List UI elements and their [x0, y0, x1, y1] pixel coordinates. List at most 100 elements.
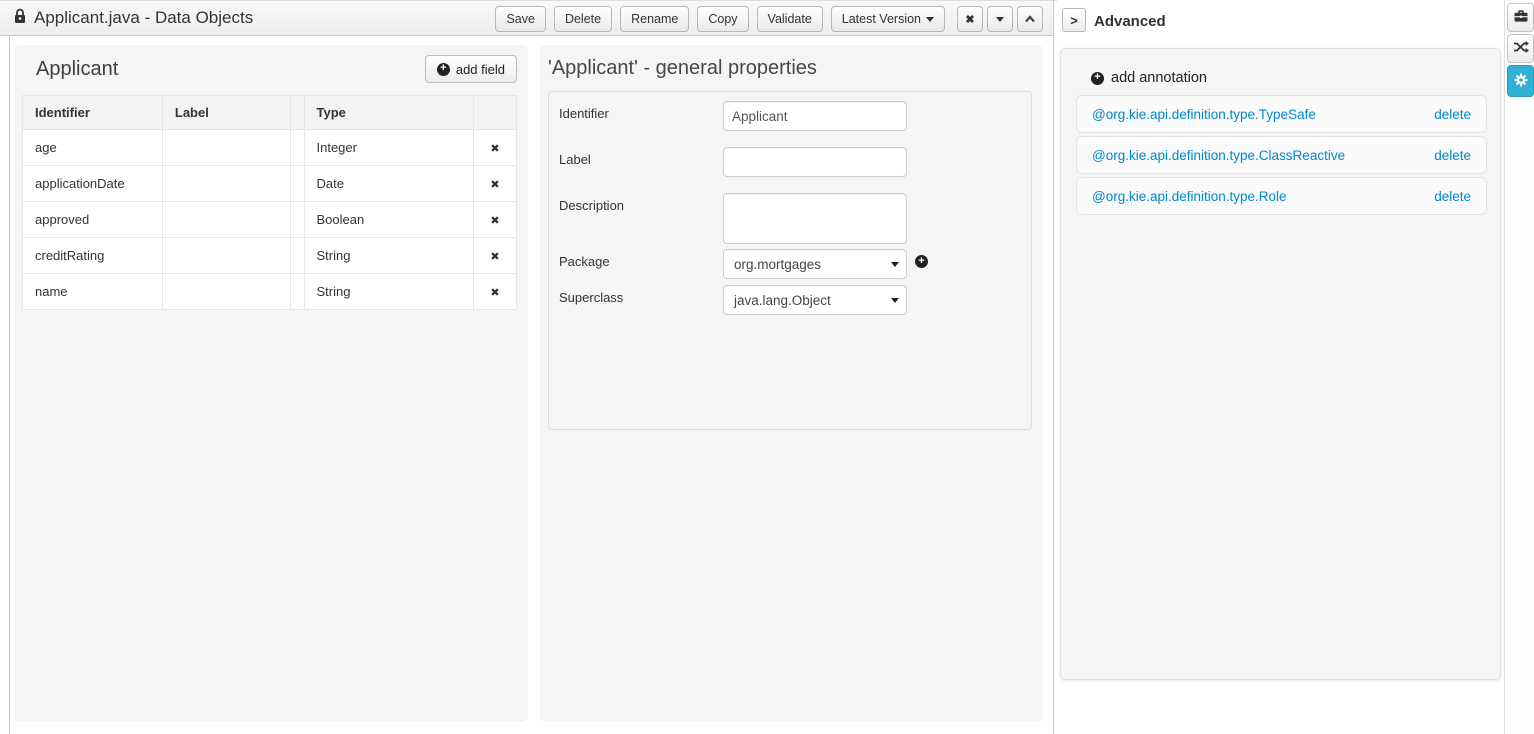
- identifier-label: Identifier: [559, 106, 609, 121]
- field-identifier-cell[interactable]: applicationDate: [23, 166, 163, 202]
- delete-x-icon: [490, 140, 499, 155]
- page-title: Applicant.java - Data Objects: [34, 8, 253, 28]
- delete-field-button[interactable]: [474, 202, 517, 238]
- field-identifier-cell[interactable]: age: [23, 130, 163, 166]
- field-label-cell[interactable]: [162, 130, 290, 166]
- delete-field-button[interactable]: [474, 166, 517, 202]
- delete-x-icon: [490, 248, 499, 263]
- delete-annotation-link[interactable]: delete: [1434, 189, 1471, 204]
- field-row-applicationDate[interactable]: applicationDate Date: [23, 166, 517, 202]
- superclass-select[interactable]: java.lang.Object: [723, 285, 907, 315]
- version-label: Latest Version: [842, 12, 921, 26]
- version-dropdown-button[interactable]: Latest Version: [831, 6, 945, 32]
- field-label-cell[interactable]: [162, 202, 290, 238]
- annotation-link[interactable]: @org.kie.api.definition.type.TypeSafe: [1092, 107, 1316, 122]
- advanced-panel-header: Advanced: [1057, 0, 1504, 44]
- field-label-cell[interactable]: [162, 238, 290, 274]
- caret-down-icon: [996, 17, 1004, 22]
- settings-dock-button[interactable]: [1507, 65, 1534, 97]
- tool-dock: [1504, 0, 1534, 734]
- field-type-cell[interactable]: Date: [304, 166, 474, 202]
- right-splitter[interactable]: [1053, 0, 1054, 734]
- superclass-label: Superclass: [559, 290, 623, 305]
- general-properties-title: 'Applicant' - general properties: [548, 57, 817, 80]
- shuffle-dock-button[interactable]: [1507, 34, 1534, 63]
- field-spacer-cell: [290, 274, 304, 310]
- fields-table-header-row: Identifier Label Type: [23, 96, 517, 130]
- rename-button[interactable]: Rename: [620, 6, 689, 32]
- field-row-approved[interactable]: approved Boolean: [23, 202, 517, 238]
- save-button[interactable]: Save: [495, 6, 546, 32]
- annotation-row: @org.kie.api.definition.type.Role delete: [1076, 177, 1487, 215]
- field-spacer-cell: [290, 238, 304, 274]
- general-properties-form: Identifier Label Description Package org…: [548, 91, 1032, 430]
- annotation-row: @org.kie.api.definition.type.TypeSafe de…: [1076, 95, 1487, 133]
- collapse-up-button[interactable]: [1017, 6, 1043, 32]
- annotation-link[interactable]: @org.kie.api.definition.type.Role: [1092, 189, 1287, 204]
- advanced-panel-body: add annotation @org.kie.api.definition.t…: [1060, 48, 1501, 680]
- field-label-cell[interactable]: [162, 166, 290, 202]
- package-selected-value: org.mortgages: [734, 257, 821, 272]
- column-header-spacer: [290, 96, 304, 130]
- fields-table: Identifier Label Type age Integer applic…: [22, 95, 517, 310]
- column-header-identifier: Identifier: [23, 96, 163, 130]
- field-label-cell[interactable]: [162, 274, 290, 310]
- collapse-advanced-button[interactable]: [1062, 8, 1086, 32]
- expand-dropdown-button[interactable]: [987, 6, 1013, 32]
- data-object-title: Applicant: [36, 58, 118, 81]
- caret-down-icon: [891, 262, 899, 267]
- delete-x-icon: [490, 212, 499, 227]
- field-identifier-cell[interactable]: creditRating: [23, 238, 163, 274]
- identifier-input[interactable]: [723, 101, 907, 131]
- plus-circle-icon: [437, 63, 450, 76]
- delete-annotation-link[interactable]: delete: [1434, 148, 1471, 163]
- annotation-row: @org.kie.api.definition.type.ClassReacti…: [1076, 136, 1487, 174]
- validate-button[interactable]: Validate: [757, 6, 823, 32]
- field-type-cell[interactable]: String: [304, 238, 474, 274]
- delete-button[interactable]: Delete: [554, 6, 612, 32]
- column-header-label: Label: [162, 96, 290, 130]
- delete-x-icon: [490, 176, 499, 191]
- shuffle-icon: [1513, 39, 1529, 58]
- toolbar: Save Delete Rename Copy Validate Latest …: [487, 1, 1043, 37]
- annotation-link[interactable]: @org.kie.api.definition.type.ClassReacti…: [1092, 148, 1345, 163]
- caret-down-icon: [926, 17, 934, 22]
- field-row-creditRating[interactable]: creditRating String: [23, 238, 517, 274]
- delete-field-button[interactable]: [474, 238, 517, 274]
- close-editor-button[interactable]: [957, 6, 983, 32]
- lock-icon: [14, 8, 26, 29]
- chevron-up-icon: [1024, 12, 1036, 26]
- package-label: Package: [559, 254, 610, 269]
- data-object-fields-panel: Applicant add field Identifier Label Typ…: [14, 45, 528, 722]
- description-textarea[interactable]: [723, 193, 907, 244]
- briefcase-icon: [1513, 8, 1529, 27]
- general-properties-panel: 'Applicant' - general properties Identif…: [540, 45, 1043, 722]
- field-identifier-cell[interactable]: name: [23, 274, 163, 310]
- delete-annotation-link[interactable]: delete: [1434, 107, 1471, 122]
- editor-titlebar: Applicant.java - Data Objects Save Delet…: [0, 0, 1053, 36]
- description-label: Description: [559, 198, 624, 213]
- add-field-button[interactable]: add field: [425, 55, 517, 83]
- field-spacer-cell: [290, 130, 304, 166]
- field-row-name[interactable]: name String: [23, 274, 517, 310]
- column-header-actions: [474, 96, 517, 130]
- left-splitter: [9, 36, 10, 734]
- field-identifier-cell[interactable]: approved: [23, 202, 163, 238]
- package-select[interactable]: org.mortgages: [723, 249, 907, 279]
- field-spacer-cell: [290, 202, 304, 238]
- copy-button[interactable]: Copy: [697, 6, 748, 32]
- advanced-panel-title: Advanced: [1094, 13, 1166, 30]
- add-annotation-button[interactable]: add annotation: [1091, 70, 1207, 86]
- annotation-list: @org.kie.api.definition.type.TypeSafe de…: [1076, 95, 1487, 215]
- field-type-cell[interactable]: Boolean: [304, 202, 474, 238]
- delete-field-button[interactable]: [474, 274, 517, 310]
- project-explorer-dock-button[interactable]: [1507, 3, 1534, 32]
- field-type-cell[interactable]: Integer: [304, 130, 474, 166]
- label-input[interactable]: [723, 147, 907, 177]
- delete-field-button[interactable]: [474, 130, 517, 166]
- field-type-cell[interactable]: String: [304, 274, 474, 310]
- add-package-button[interactable]: [915, 255, 928, 268]
- field-row-age[interactable]: age Integer: [23, 130, 517, 166]
- gear-icon: [1514, 73, 1528, 90]
- add-annotation-label: add annotation: [1111, 70, 1207, 86]
